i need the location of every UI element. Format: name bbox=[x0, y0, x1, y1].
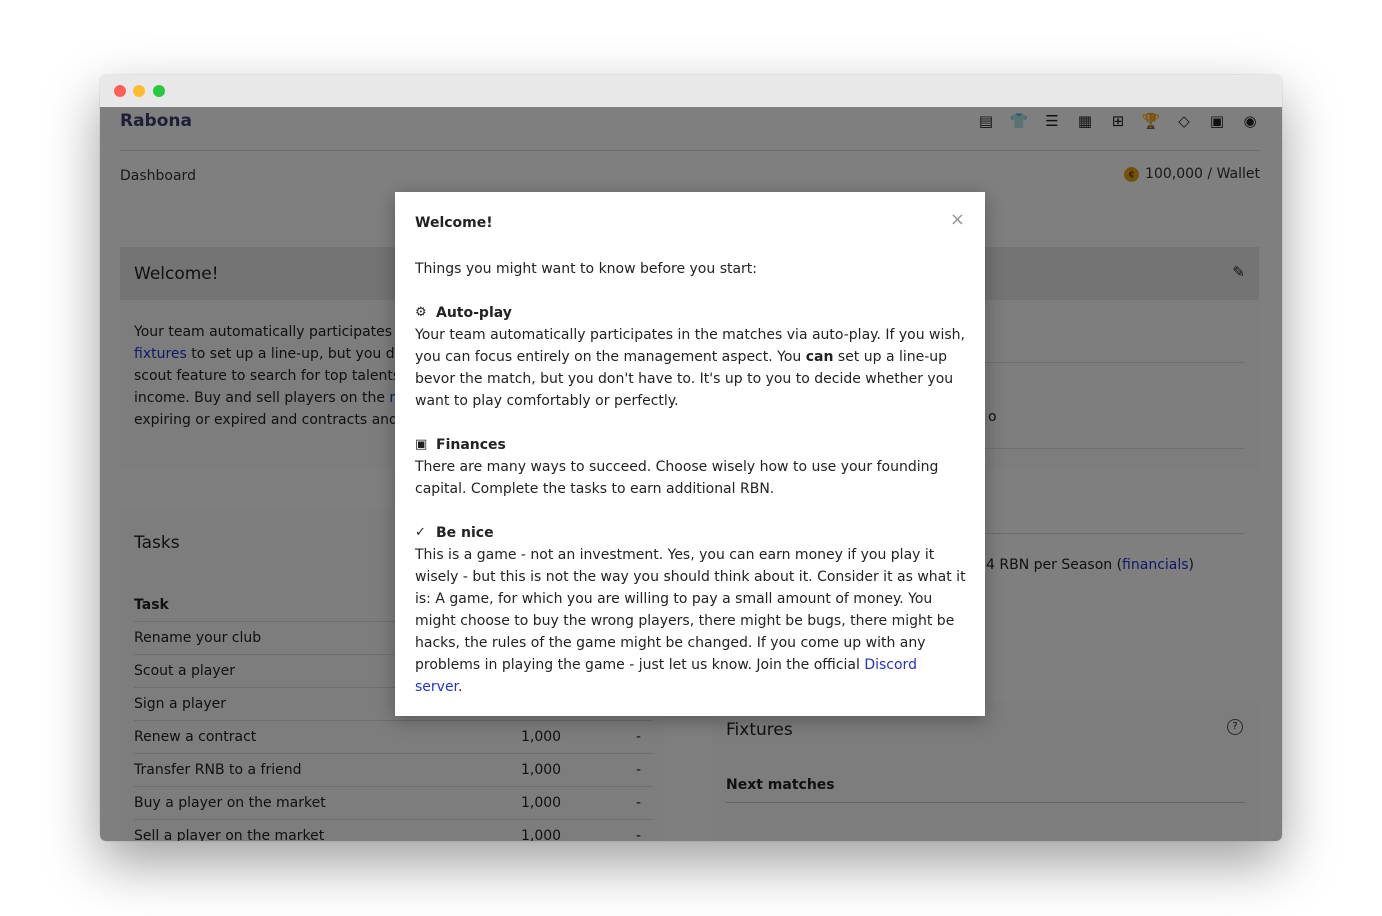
radio-icon: ▣ bbox=[415, 437, 428, 452]
modal-body: Things you might want to know before you… bbox=[415, 258, 967, 698]
welcome-modal: Welcome! × Things you might want to know… bbox=[395, 192, 985, 716]
benice-text: This is a game - not an investment. Yes,… bbox=[415, 544, 967, 698]
close-window-button[interactable] bbox=[114, 85, 126, 97]
modal-intro: Things you might want to know before you… bbox=[415, 261, 758, 277]
minimize-window-button[interactable] bbox=[133, 85, 145, 97]
finances-heading-label: Finances bbox=[436, 437, 506, 453]
benice-text-body: This is a game - not an investment. Yes,… bbox=[415, 547, 966, 673]
app-content: Rabona ▤ 👕 ☰ ▦ ⊞ 🏆 ◇ ▣ ◉ Dashboard ¢ 100… bbox=[100, 107, 1282, 841]
benice-heading: ✓ Be nice bbox=[415, 522, 967, 544]
benice-text-end: . bbox=[458, 679, 463, 695]
finances-heading: ▣ Finances bbox=[415, 434, 967, 456]
autoplay-text-bold: can bbox=[805, 349, 834, 365]
title-bar bbox=[100, 75, 1282, 107]
finances-section: ▣ Finances There are many ways to succee… bbox=[415, 434, 967, 500]
autoplay-heading-label: Auto-play bbox=[436, 305, 512, 321]
autoplay-section: ⚙ Auto-play Your team automatically part… bbox=[415, 302, 967, 412]
benice-section: ✓ Be nice This is a game - not an invest… bbox=[415, 522, 967, 698]
close-icon[interactable]: × bbox=[950, 209, 965, 230]
modal-title: Welcome! bbox=[415, 215, 493, 231]
robot-icon: ⚙ bbox=[415, 305, 427, 320]
browser-window: Rabona ▤ 👕 ☰ ▦ ⊞ 🏆 ◇ ▣ ◉ Dashboard ¢ 100… bbox=[100, 75, 1282, 841]
finances-text: There are many ways to succeed. Choose w… bbox=[415, 459, 939, 497]
autoplay-heading: ⚙ Auto-play bbox=[415, 302, 967, 324]
autoplay-text: Your team automatically participates in … bbox=[415, 324, 967, 412]
benice-heading-label: Be nice bbox=[436, 525, 494, 541]
maximize-window-button[interactable] bbox=[153, 85, 165, 97]
check-circle-icon: ✓ bbox=[415, 525, 426, 540]
